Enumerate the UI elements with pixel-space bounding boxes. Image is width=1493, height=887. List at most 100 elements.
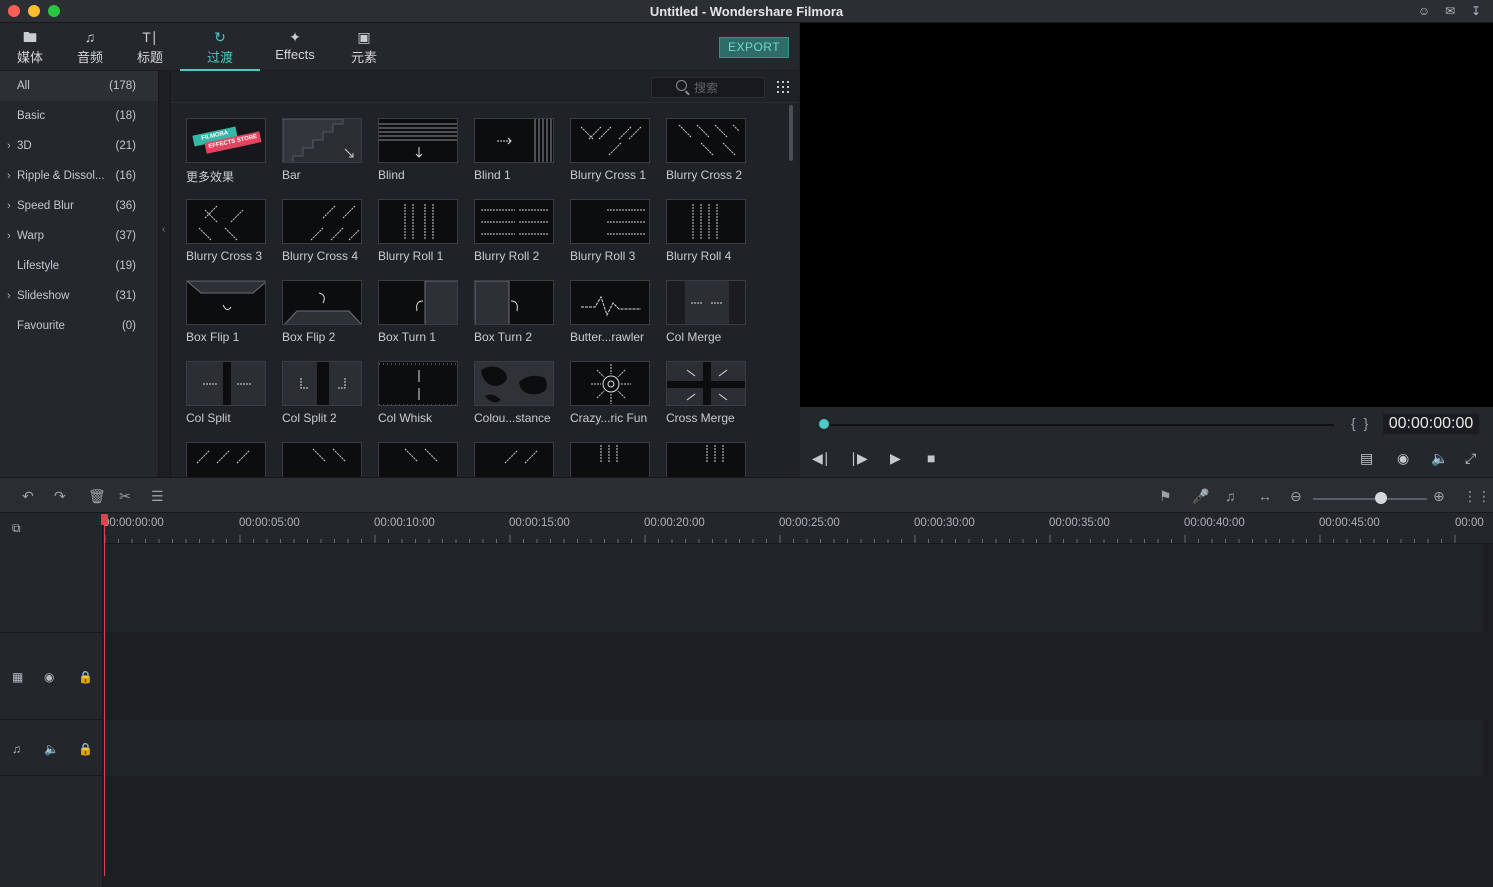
preview-scrubber[interactable] <box>824 424 1334 426</box>
transition-item[interactable]: Blurry Roll 1 <box>378 199 458 263</box>
category-favourite[interactable]: Favourite (0) <box>0 311 158 341</box>
transition-item[interactable]: Bar <box>282 118 362 182</box>
snapshot-camera-icon[interactable]: ◉ <box>1397 450 1409 467</box>
timeline-ruler[interactable]: 00:00:00:00 00:00:05:00 00:00:10:00 00:0… <box>103 513 1493 544</box>
video-track[interactable] <box>105 634 1483 718</box>
tab-effects[interactable]: ✦ Effects <box>268 23 322 71</box>
transition-label: Bar <box>282 168 301 182</box>
transition-item[interactable]: Blurry Cross 3 <box>186 199 266 263</box>
volume-icon[interactable]: 🔈 <box>1431 450 1448 467</box>
cut-scissors-icon[interactable]: ✂ <box>119 488 131 505</box>
category-ripple-dissolve[interactable]: › Ripple & Dissol... (16) <box>0 161 158 191</box>
transition-item[interactable]: Blurry Cross 1 <box>570 118 650 182</box>
ruler-label: 00:00:20:00 <box>644 517 705 529</box>
tab-elements[interactable]: ▣ 元素 <box>340 23 388 71</box>
search-icon <box>676 80 687 91</box>
category-all[interactable]: All (178) <box>0 71 158 101</box>
transition-item[interactable]: Blurry Roll 4 <box>666 199 746 263</box>
grid-view-icon[interactable] <box>777 81 789 93</box>
playhead[interactable] <box>104 514 105 876</box>
stop-icon[interactable]: ■ <box>927 450 935 466</box>
category-name: Basic <box>17 110 46 122</box>
playhead-handle[interactable] <box>101 514 108 525</box>
audio-track[interactable] <box>105 720 1483 776</box>
tab-label: 音频 <box>76 50 103 65</box>
zoom-out-icon[interactable]: ⊖ <box>1290 488 1302 505</box>
transition-item[interactable]: Crazy...ric Fun <box>570 361 650 425</box>
transition-item[interactable]: Butter...rawler <box>570 280 650 344</box>
category-slideshow[interactable]: › Slideshow (31) <box>0 281 158 311</box>
transition-item[interactable]: Colou...stance <box>474 361 554 425</box>
add-track-icon[interactable]: ⧉ <box>12 521 21 536</box>
category-3d[interactable]: › 3D (21) <box>0 131 158 161</box>
search-input[interactable] <box>694 79 760 96</box>
fit-timeline-icon[interactable]: ↔ <box>1258 488 1272 504</box>
timeline-tracks <box>103 544 1493 887</box>
scrubber-handle[interactable] <box>819 419 829 429</box>
tab-transitions[interactable]: ↻ 过渡 <box>180 23 260 71</box>
transition-label: Blind <box>378 168 405 182</box>
ruler-ticks <box>104 535 1456 543</box>
category-name: Ripple & Dissol... <box>17 170 105 182</box>
tab-titles[interactable]: T∣ 标题 <box>126 23 174 71</box>
title-bar: Untitled - Wondershare Filmora ☺ ✉ ↧ <box>0 0 1493 23</box>
search-box[interactable] <box>651 77 765 98</box>
empty-track-area[interactable] <box>105 544 1483 632</box>
lock-icon[interactable]: 🔒 <box>78 742 93 756</box>
category-name: Speed Blur <box>17 200 74 212</box>
microphone-icon[interactable]: 🎤 <box>1192 488 1209 505</box>
play-icon[interactable]: ▶ <box>890 450 901 467</box>
transition-item[interactable]: Blind <box>378 118 458 182</box>
transition-item[interactable]: Blurry Cross 4 <box>282 199 362 263</box>
transition-item[interactable]: Blurry Cross 2 <box>666 118 746 182</box>
transition-item[interactable]: Col Split <box>186 361 266 425</box>
play-pause-icon[interactable]: ∣▶ <box>850 450 868 467</box>
transition-item[interactable]: Box Turn 2 <box>474 280 554 344</box>
step-back-icon[interactable]: ◀∣ <box>812 450 830 467</box>
category-speed-blur[interactable]: › Speed Blur (36) <box>0 191 158 221</box>
transition-item[interactable]: Cross Merge <box>666 361 746 425</box>
lock-icon[interactable]: 🔒 <box>78 670 93 684</box>
transition-item[interactable]: Col Split 2 <box>282 361 362 425</box>
tab-audio[interactable]: ♫ 音频 <box>66 23 114 71</box>
library-scrollbar[interactable] <box>789 105 793 161</box>
transition-item[interactable]: Blurry Roll 2 <box>474 199 554 263</box>
fullscreen-icon[interactable]: ⤢ <box>1465 450 1476 467</box>
download-icon[interactable]: ↧ <box>1469 4 1483 18</box>
category-name: Lifestyle <box>17 260 60 272</box>
redo-icon[interactable]: ↷ <box>54 488 66 505</box>
delete-trash-icon[interactable]: 🗑 <box>88 488 106 505</box>
mail-icon[interactable]: ✉ <box>1443 4 1457 18</box>
eye-visibility-icon[interactable]: ◉ <box>44 670 54 684</box>
zoom-in-icon[interactable]: ⊕ <box>1433 488 1445 505</box>
transition-item[interactable]: Box Turn 1 <box>378 280 458 344</box>
audio-mixer-icon[interactable]: ♫ <box>1225 488 1236 504</box>
zoom-slider[interactable] <box>1313 498 1427 500</box>
transition-thumbnail <box>666 361 746 406</box>
panel-grip-icon[interactable]: ⋮⋮ <box>1463 488 1491 505</box>
ruler-label: 00:00:05:00 <box>239 517 300 529</box>
transition-item[interactable]: Box Flip 1 <box>186 280 266 344</box>
sidebar-collapse-handle[interactable]: ‹ <box>158 71 171 477</box>
tab-label: 过渡 <box>206 50 233 65</box>
speaker-icon[interactable]: 🔈 <box>44 742 59 756</box>
zoom-slider-handle[interactable] <box>1375 492 1388 504</box>
category-basic[interactable]: Basic (18) <box>0 101 158 131</box>
category-lifestyle[interactable]: Lifestyle (19) <box>0 251 158 281</box>
marker-icon[interactable]: ⚑ <box>1159 488 1172 505</box>
in-out-markers[interactable]: {} <box>1351 415 1376 431</box>
transition-item[interactable]: Box Flip 2 <box>282 280 362 344</box>
transition-thumbnail <box>474 118 554 163</box>
transition-item[interactable]: Blind 1 <box>474 118 554 182</box>
transition-item[interactable]: Blurry Roll 3 <box>570 199 650 263</box>
display-settings-icon[interactable]: ▤ <box>1360 450 1373 467</box>
export-button[interactable]: EXPORT <box>719 37 789 58</box>
account-icon[interactable]: ☺ <box>1417 4 1431 18</box>
adjust-settings-icon[interactable]: ☰ <box>151 488 164 505</box>
undo-icon[interactable]: ↶ <box>22 488 34 505</box>
transition-item[interactable]: Col Merge <box>666 280 746 344</box>
tab-media[interactable]: 🖿 媒体 <box>6 23 54 71</box>
category-warp[interactable]: › Warp (37) <box>0 221 158 251</box>
transition-effects-store[interactable]: FILMORA EFFECTS STORE 更多效果 <box>186 118 266 185</box>
transition-item[interactable]: Col Whisk <box>378 361 458 425</box>
